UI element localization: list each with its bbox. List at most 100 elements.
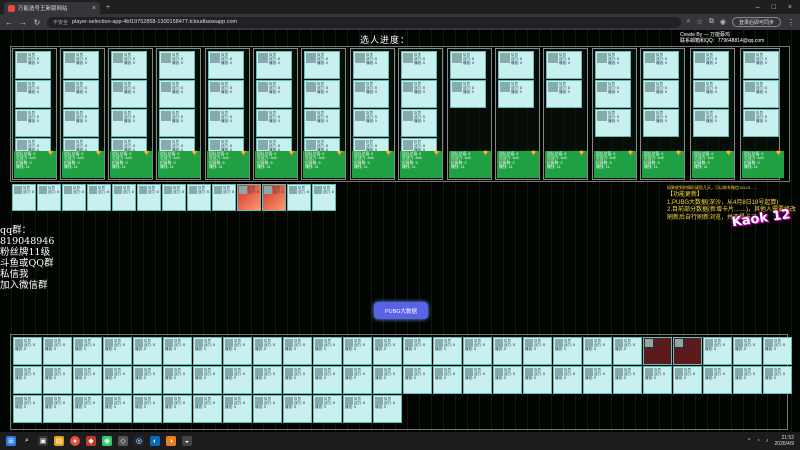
tray-arrow-icon[interactable]: ^	[748, 438, 751, 444]
steam-icon[interactable]: ◎	[134, 436, 144, 446]
pool-player-card[interactable]: 队员 战力: 8 赚钱: 5	[43, 337, 72, 365]
pool-player-card[interactable]: 队员 战力: 8 赚钱: 5	[313, 395, 342, 423]
drafted-player-card[interactable]: 队员 战力: 8 赚钱: 5	[643, 80, 679, 108]
drafted-player-card[interactable]: 队员 战力: 8 赚钱: 5	[693, 109, 729, 137]
available-player-card[interactable]: 队员 战力: 8	[262, 184, 286, 211]
drafted-player-card[interactable]: 队员 战力: 8 赚钱: 5	[595, 109, 631, 137]
search-icon[interactable]: ⌕	[687, 18, 691, 26]
pool-player-card[interactable]: 队员 战力: 8 赚钱: 5	[193, 337, 222, 365]
back-icon[interactable]: ←	[5, 18, 13, 27]
available-player-card[interactable]: 队员 战力: 8	[62, 184, 86, 211]
pool-player-card[interactable]: 队员 战力: 8 赚钱: 5	[73, 366, 102, 394]
drafted-player-card[interactable]: 队员 战力: 8 赚钱: 5	[693, 51, 729, 79]
drafted-player-card[interactable]: 队员 战力: 8 赚钱: 5	[401, 80, 437, 108]
url-field[interactable]: 不安全 player-selection-app-4bf19752858-130…	[47, 16, 681, 28]
pool-player-card[interactable]: 队员 战力: 8 赚钱: 5	[283, 337, 312, 365]
pool-player-card[interactable]: 队员 战力: 8 赚钱: 5	[613, 366, 642, 394]
drafted-player-card[interactable]: 队员 战力: 8 赚钱: 5	[111, 51, 147, 79]
pool-player-card[interactable]: 队员 战力: 8 赚钱: 5	[523, 337, 552, 365]
chrome-icon[interactable]: ●	[70, 436, 80, 446]
available-player-card[interactable]: 队员 战力: 8	[137, 184, 161, 211]
security-indicator[interactable]: 不安全	[53, 19, 68, 26]
wechat-icon[interactable]: ◉	[102, 436, 112, 446]
app-icon-red[interactable]: ◆	[86, 436, 96, 446]
pool-player-card[interactable]: 队员 战力: 8 赚钱: 5	[343, 337, 372, 365]
pool-player-card[interactable]: 队员 战力: 8 赚钱: 5	[223, 395, 252, 423]
pool-player-card[interactable]: 队员 战力: 8 赚钱: 5	[223, 366, 252, 394]
drafted-player-card[interactable]: 队员 战力: 8 赚钱: 5	[743, 51, 779, 79]
drafted-player-card[interactable]: 队员 战力: 8 赚钱: 5	[498, 80, 534, 108]
drafted-player-card[interactable]: 队员 战力: 8 赚钱: 5	[159, 109, 195, 137]
clock[interactable]: 21:52 2026/4/9	[775, 435, 794, 447]
maximize-icon[interactable]: □	[772, 4, 776, 11]
drafted-player-card[interactable]: 队员 战力: 8 赚钱: 5	[63, 109, 99, 137]
drafted-player-card[interactable]: 队员 战力: 8 赚钱: 5	[63, 51, 99, 79]
pool-player-card[interactable]: 队员 战力: 8 赚钱: 5	[253, 395, 282, 423]
drafted-player-card[interactable]: 队员 战力: 8 赚钱: 5	[595, 80, 631, 108]
reload-icon[interactable]: ↻	[33, 18, 41, 27]
drafted-player-card[interactable]: 队员 战力: 8 赚钱: 5	[256, 51, 292, 79]
pool-player-card[interactable]: 队员 战力: 8 赚钱: 5	[73, 395, 102, 423]
pool-player-card[interactable]: 队员 战力: 8 赚钱: 5	[583, 366, 612, 394]
drafted-player-card[interactable]: 队员 战力: 8 赚钱: 5	[63, 80, 99, 108]
drafted-player-card[interactable]: 队员 战力: 8 赚钱: 5	[256, 109, 292, 137]
pool-player-card[interactable]: 队员 战力: 8 赚钱: 5	[73, 337, 102, 365]
network-icon[interactable]: ◔	[756, 438, 759, 444]
available-player-card[interactable]: 队员 战力: 8	[187, 184, 211, 211]
drafted-player-card[interactable]: 队员 战力: 8 赚钱: 5	[353, 51, 389, 79]
pool-player-card[interactable]: 队员 战力: 8 赚钱: 5	[643, 337, 672, 365]
pool-player-card[interactable]: 队员 战力: 8 赚钱: 5	[103, 337, 132, 365]
available-player-card[interactable]: 队员 战力: 8	[287, 184, 311, 211]
extensions-icon[interactable]: ⧉	[709, 18, 714, 26]
drafted-player-card[interactable]: 队员 战力: 8 赚钱: 5	[159, 51, 195, 79]
drafted-player-card[interactable]: 队员 战力: 8 赚钱: 5	[304, 109, 340, 137]
pool-player-card[interactable]: 队员 战力: 8 赚钱: 5	[283, 366, 312, 394]
drafted-player-card[interactable]: 队员 战力: 8 赚钱: 5	[546, 51, 582, 79]
pool-player-card[interactable]: 队员 战力: 8 赚钱: 5	[343, 395, 372, 423]
available-player-card[interactable]: 队员 战力: 8	[37, 184, 61, 211]
pool-player-card[interactable]: 队员 战力: 8 赚钱: 5	[133, 366, 162, 394]
task-view-icon[interactable]: ▣	[38, 436, 48, 446]
pool-player-card[interactable]: 队员 战力: 8 赚钱: 5	[13, 395, 42, 423]
app-icon-dark[interactable]: ◒	[182, 436, 192, 446]
available-player-card[interactable]: 队员 战力: 8	[12, 184, 36, 211]
pool-player-card[interactable]: 队员 战力: 8 赚钱: 5	[343, 366, 372, 394]
file-explorer-icon[interactable]: ▤	[54, 436, 64, 446]
pool-player-card[interactable]: 队员 战力: 8 赚钱: 5	[463, 366, 492, 394]
pool-player-card[interactable]: 队员 战力: 8 赚钱: 5	[103, 395, 132, 423]
available-player-card[interactable]: 队员 战力: 8	[212, 184, 236, 211]
available-player-card[interactable]: 队员 战力: 8	[312, 184, 336, 211]
pool-player-card[interactable]: 队员 战力: 8 赚钱: 5	[433, 337, 462, 365]
drafted-player-card[interactable]: 队员 战力: 8 赚钱: 5	[743, 109, 779, 137]
drafted-player-card[interactable]: 队员 战力: 8 赚钱: 5	[353, 80, 389, 108]
pool-player-card[interactable]: 队员 战力: 8 赚钱: 5	[373, 395, 402, 423]
pool-player-card[interactable]: 队员 战力: 8 赚钱: 5	[403, 337, 432, 365]
pool-player-card[interactable]: 队员 战力: 8 赚钱: 5	[643, 366, 672, 394]
pool-player-card[interactable]: 队员 战力: 8 赚钱: 5	[253, 366, 282, 394]
available-player-card[interactable]: 队员 战力: 8	[237, 184, 261, 211]
drafted-player-card[interactable]: 队员 战力: 8 赚钱: 5	[208, 80, 244, 108]
drafted-player-card[interactable]: 队员 战力: 8 赚钱: 5	[643, 109, 679, 137]
pool-player-card[interactable]: 队员 战力: 8 赚钱: 5	[583, 337, 612, 365]
app-icon-orange[interactable]: ◑	[166, 436, 176, 446]
pool-player-card[interactable]: 队员 战力: 8 赚钱: 5	[733, 366, 762, 394]
pool-player-card[interactable]: 队员 战力: 8 赚钱: 5	[523, 366, 552, 394]
pool-player-card[interactable]: 队员 战力: 8 赚钱: 5	[373, 366, 402, 394]
drafted-player-card[interactable]: 队员 战力: 8 赚钱: 5	[304, 80, 340, 108]
pool-player-card[interactable]: 队员 战力: 8 赚钱: 5	[253, 337, 282, 365]
app-icon-gray[interactable]: ◇	[118, 436, 128, 446]
tab-close-icon[interactable]: ×	[92, 5, 96, 12]
menu-icon[interactable]: ⋮	[787, 18, 795, 27]
available-player-card[interactable]: 队员 战力: 8	[87, 184, 111, 211]
pool-player-card[interactable]: 队员 战力: 8 赚钱: 5	[193, 366, 222, 394]
pool-player-card[interactable]: 队员 战力: 8 赚钱: 5	[43, 395, 72, 423]
pool-player-card[interactable]: 队员 战力: 8 赚钱: 5	[703, 366, 732, 394]
drafted-player-card[interactable]: 队员 战力: 8 赚钱: 5	[256, 80, 292, 108]
drafted-player-card[interactable]: 队员 战力: 8 赚钱: 5	[111, 109, 147, 137]
drafted-player-card[interactable]: 队员 战力: 8 赚钱: 5	[401, 51, 437, 79]
pool-player-card[interactable]: 队员 战力: 8 赚钱: 5	[13, 366, 42, 394]
drafted-player-card[interactable]: 队员 战力: 8 赚钱: 5	[208, 51, 244, 79]
pool-player-card[interactable]: 队员 战力: 8 赚钱: 5	[673, 366, 702, 394]
drafted-player-card[interactable]: 队员 战力: 8 赚钱: 5	[353, 109, 389, 137]
pool-player-card[interactable]: 队员 战力: 8 赚钱: 5	[493, 366, 522, 394]
